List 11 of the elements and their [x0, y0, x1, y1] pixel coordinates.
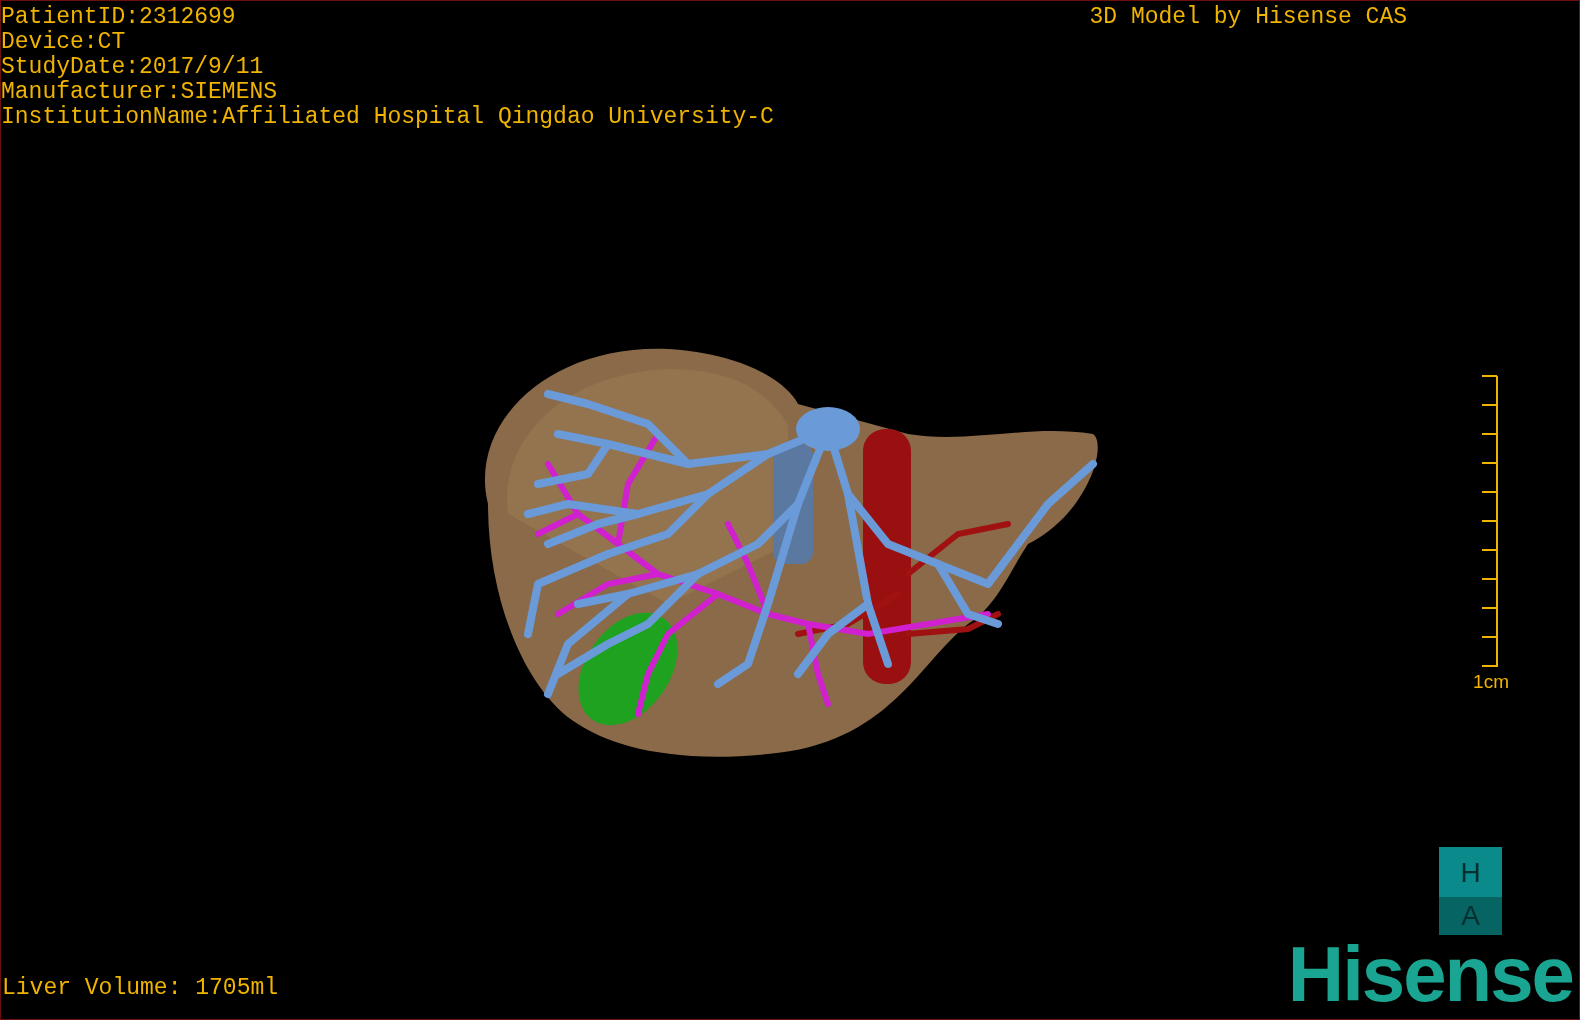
study-info-text: Manufacturer:SIEMENS: [1, 80, 279, 105]
scale-label: 1cm: [1473, 671, 1509, 693]
study-info-text: Device:CT: [1, 30, 127, 55]
scale-ruler-icon: [1481, 375, 1501, 669]
study-info-text: PatientID:2312699: [1, 5, 237, 30]
brand-logo: Hisense: [1287, 941, 1574, 1007]
orientation-label: H: [1439, 847, 1502, 897]
model-title: 3D Model by Hisense CAS: [1089, 5, 1407, 30]
study-info-text: InstitutionName:Affiliated Hospital Qingdao University-C: [1, 105, 774, 130]
liver-volume-text: Liver Volume: 1705ml: [1, 975, 279, 1003]
study-info-text: StudyDate:2017/9/11: [1, 55, 265, 80]
